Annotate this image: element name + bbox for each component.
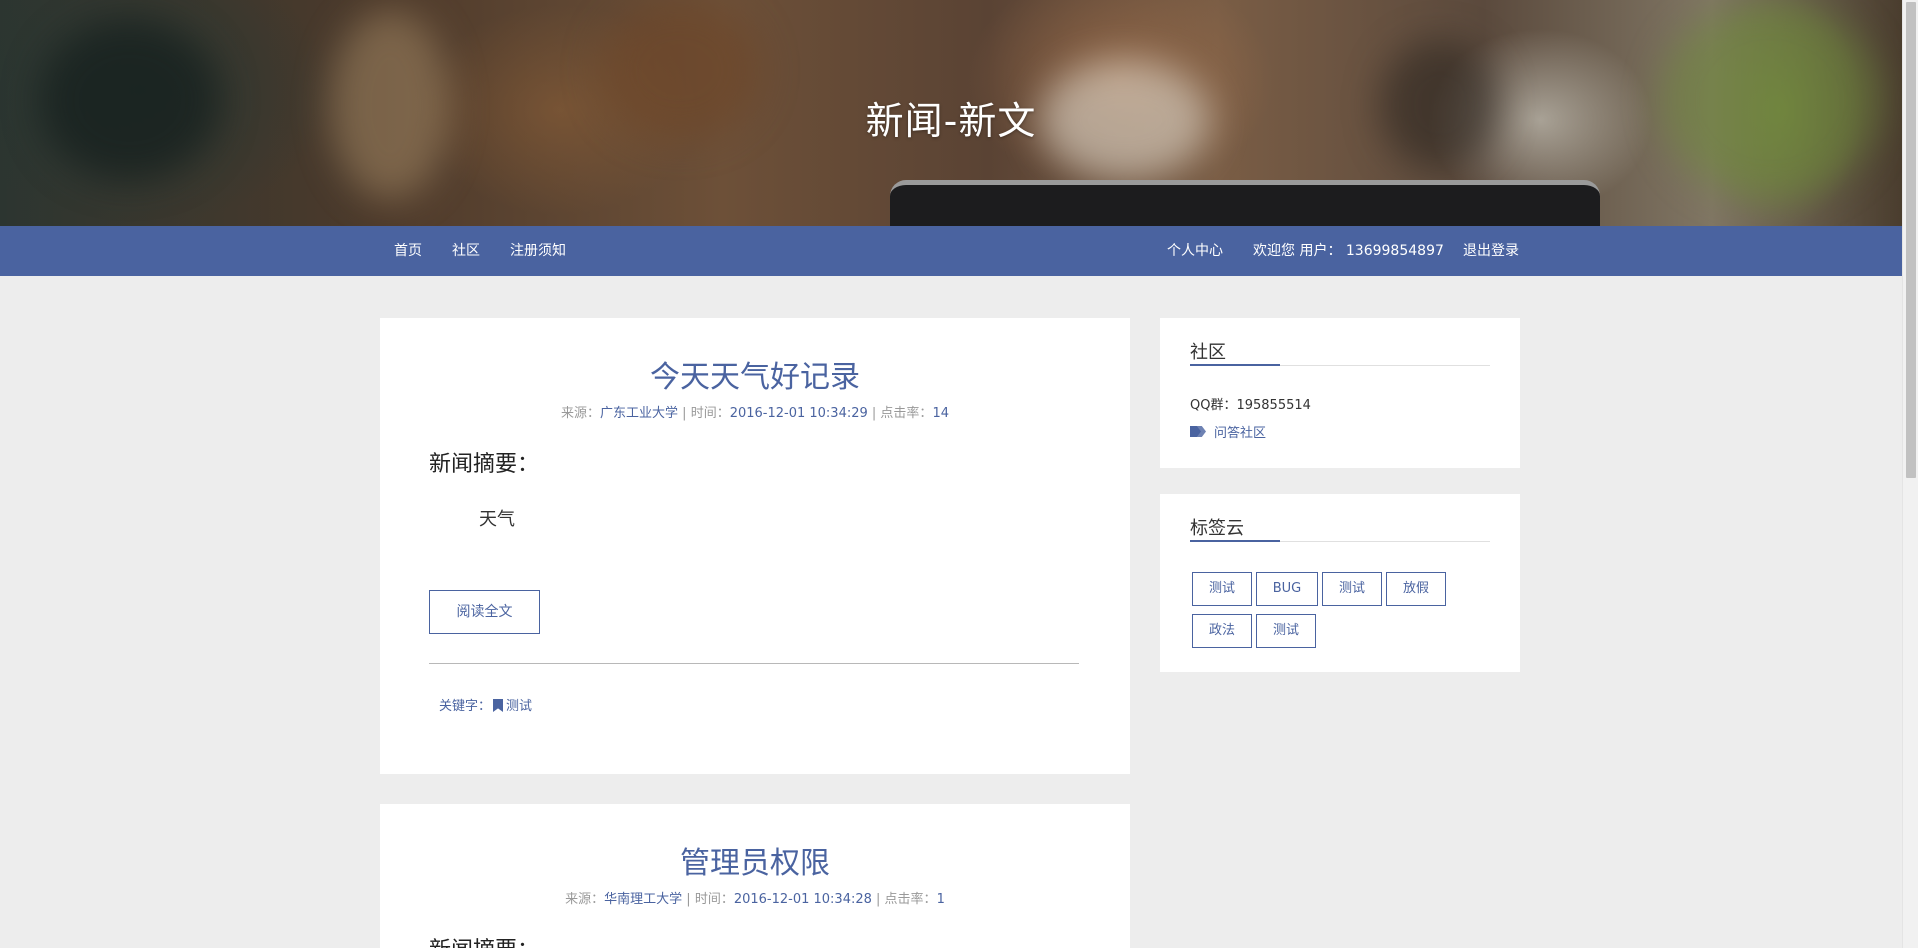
article-card: 今天天气好记录 来源：广东工业大学 | 时间：2016-12-01 10:34:… (380, 318, 1130, 774)
keyword-tag[interactable]: 测试 (506, 699, 532, 714)
nav-home[interactable]: 首页 (394, 226, 422, 276)
summary-text: 天气 (479, 509, 515, 530)
hero-banner: 新闻-新文 (0, 0, 1902, 226)
meta-clicks-label: | 点击率： (871, 892, 937, 907)
article-meta: 来源：广东工业大学 | 时间：2016-12-01 10:34:29 | 点击率… (380, 402, 1130, 421)
meta-clicks: 14 (932, 406, 949, 421)
tag-item[interactable]: 测试 (1322, 572, 1382, 606)
article-keywords: 关键字： 测试 (439, 695, 532, 714)
panel-heading: 标签云 (1190, 518, 1244, 539)
meta-time: 2016-12-01 10:34:28 (733, 892, 872, 907)
summary-heading: 新闻摘要： (429, 452, 540, 477)
summary-heading: 新闻摘要： (429, 932, 539, 948)
tag-item[interactable]: 测试 (1192, 572, 1252, 606)
keyword-label: 关键字： (439, 699, 492, 714)
meta-source-label: 来源： (561, 406, 601, 421)
meta-time: 2016-12-01 10:34:29 (729, 406, 868, 421)
navbar: 首页 社区 注册须知 个人中心 欢迎您 用户： 13699854897 退出登录 (0, 226, 1902, 276)
tag-item[interactable]: BUG (1256, 572, 1318, 606)
meta-source: 华南理工大学 (604, 892, 683, 907)
meta-time-label: | 时间： (678, 406, 730, 421)
scrollbar-thumb[interactable] (1906, 2, 1916, 478)
tag-item[interactable]: 政法 (1192, 614, 1252, 648)
article-title[interactable]: 管理员权限 (380, 838, 1130, 882)
nav-community[interactable]: 社区 (452, 226, 480, 276)
community-panel: 社区 QQ群：195855514 问答社区 (1160, 318, 1520, 468)
panel-divider-accent (1190, 364, 1280, 366)
meta-clicks: 1 (936, 892, 945, 907)
tag-item[interactable]: 测试 (1256, 614, 1316, 648)
nav-register-notice[interactable]: 注册须知 (510, 226, 566, 276)
article-title[interactable]: 今天天气好记录 (380, 352, 1130, 396)
meta-time-label: | 时间： (682, 892, 734, 907)
nav-logout[interactable]: 退出登录 (1463, 226, 1519, 276)
meta-source: 广东工业大学 (600, 406, 679, 421)
qa-community-link[interactable]: 问答社区 (1190, 422, 1266, 441)
tag-cloud-panel: 标签云 测试 BUG 测试 放假 政法 测试 (1160, 494, 1520, 672)
read-more-button[interactable]: 阅读全文 (429, 590, 540, 634)
tag-item[interactable]: 放假 (1386, 572, 1446, 606)
page: 新闻-新文 首页 社区 注册须知 个人中心 欢迎您 用户： 1369985489… (0, 0, 1918, 948)
nav-user-center[interactable]: 个人中心 (1167, 226, 1223, 276)
qa-community-label: 问答社区 (1214, 426, 1267, 441)
scrollbar[interactable] (1902, 0, 1918, 948)
panel-divider-accent (1190, 540, 1280, 542)
laptop-decoration (890, 180, 1600, 226)
bookmark-icon (493, 699, 504, 712)
article-meta: 来源：华南理工大学 | 时间：2016-12-01 10:34:28 | 点击率… (380, 888, 1130, 907)
nav-welcome-user[interactable]: 欢迎您 用户： 13699854897 (1253, 226, 1444, 276)
tags-icon (1190, 426, 1206, 438)
meta-clicks-label: | 点击率： (867, 406, 933, 421)
article-card: 管理员权限 来源：华南理工大学 | 时间：2016-12-01 10:34:28… (380, 804, 1130, 948)
site-title: 新闻-新文 (865, 99, 1037, 143)
divider (429, 663, 1079, 664)
meta-source-label: 来源： (565, 892, 605, 907)
panel-heading: 社区 (1190, 342, 1226, 363)
qq-group: QQ群：195855514 (1190, 398, 1311, 413)
